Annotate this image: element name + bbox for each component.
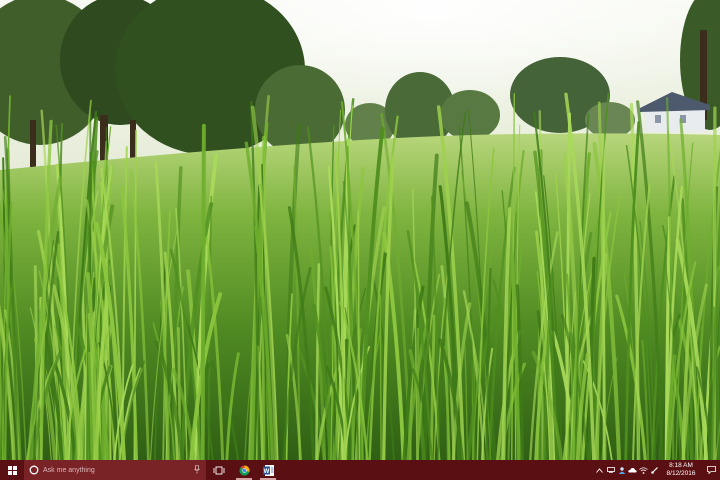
task-view-button[interactable] bbox=[206, 460, 232, 480]
action-center-icon bbox=[706, 466, 716, 474]
start-button[interactable] bbox=[0, 460, 24, 480]
chrome-icon bbox=[238, 465, 250, 476]
wallpaper-image bbox=[0, 0, 720, 460]
word-icon: W bbox=[262, 464, 274, 476]
tray-onedrive[interactable] bbox=[627, 460, 638, 480]
taskbar-clock[interactable]: 8:18 AM 8/12/2016 bbox=[660, 462, 702, 478]
tray-network-device[interactable] bbox=[605, 460, 616, 480]
pen-icon bbox=[650, 467, 658, 474]
network-device-icon bbox=[606, 467, 615, 473]
task-view-icon bbox=[213, 466, 225, 474]
people-icon bbox=[618, 466, 625, 474]
taskbar-app-word[interactable]: W bbox=[256, 460, 280, 480]
clock-time: 8:18 AM bbox=[669, 462, 693, 469]
svg-text:W: W bbox=[263, 469, 269, 475]
system-tray: 8:18 AM 8/12/2016 bbox=[594, 460, 720, 480]
desktop-wallpaper bbox=[0, 0, 720, 460]
chevron-up-icon bbox=[596, 467, 603, 473]
show-hidden-icons-button[interactable] bbox=[594, 460, 605, 480]
windows-logo-icon bbox=[7, 465, 17, 475]
action-center-button[interactable] bbox=[702, 460, 720, 480]
taskbar-app-chrome[interactable] bbox=[232, 460, 256, 480]
taskbar: Ask me anything W 8:18 AM 8/12/2016 bbox=[0, 460, 720, 480]
clock-date: 8/12/2016 bbox=[666, 470, 696, 477]
search-placeholder: Ask me anything bbox=[43, 466, 95, 474]
cortana-circle-icon bbox=[29, 465, 39, 475]
tray-pen[interactable] bbox=[649, 460, 660, 480]
tray-people[interactable] bbox=[616, 460, 627, 480]
microphone-icon[interactable] bbox=[194, 465, 200, 474]
cortana-search-box[interactable]: Ask me anything bbox=[24, 460, 206, 480]
wifi-icon bbox=[639, 466, 648, 474]
onedrive-cloud-icon bbox=[628, 467, 637, 473]
tray-wifi[interactable] bbox=[638, 460, 649, 480]
